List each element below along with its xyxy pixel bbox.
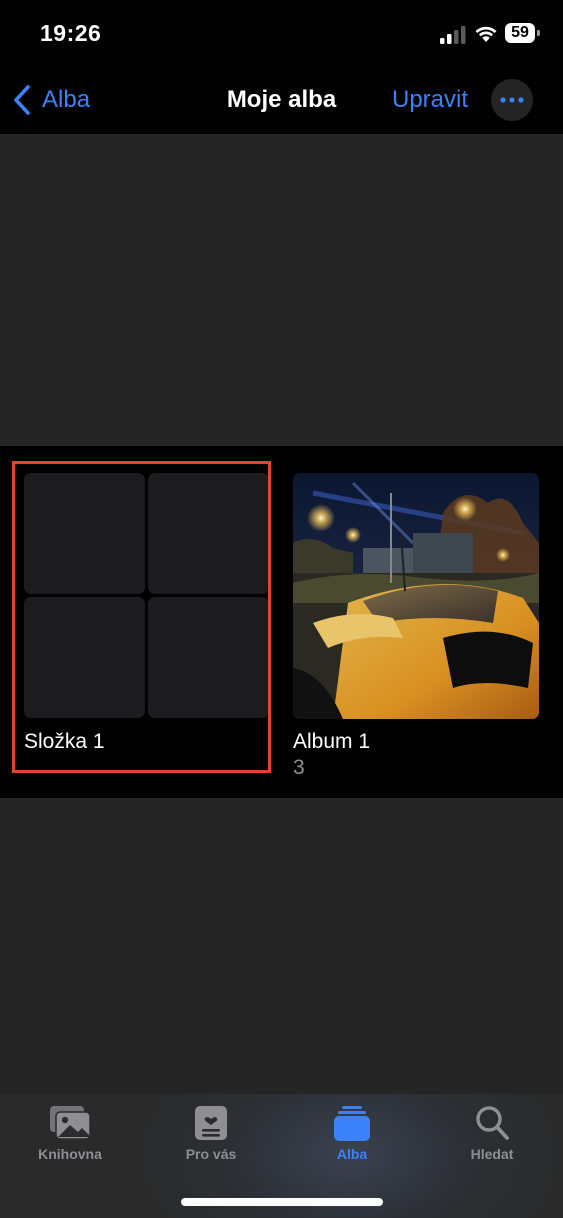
battery-level: 59 bbox=[511, 24, 529, 41]
tab-library[interactable]: Knihovna bbox=[10, 1104, 130, 1168]
tab-albums[interactable]: Alba bbox=[292, 1104, 412, 1168]
wifi-icon bbox=[475, 26, 497, 42]
tab-search-label: Hledat bbox=[470, 1146, 514, 1162]
battery-indicator: 59 bbox=[505, 23, 540, 43]
folder-thumbnail-slot bbox=[148, 597, 269, 718]
ellipsis-icon bbox=[500, 97, 524, 103]
folder-thumbnail-slot bbox=[24, 473, 145, 594]
folder-thumbnail-slot bbox=[148, 473, 269, 594]
tab-albums-label: Alba bbox=[336, 1146, 368, 1162]
page-title: Moje alba bbox=[226, 86, 337, 113]
home-indicator[interactable] bbox=[181, 1198, 383, 1206]
search-icon bbox=[476, 1106, 509, 1140]
album-thumbnail bbox=[293, 473, 539, 719]
folder-name: Složka 1 bbox=[24, 730, 105, 753]
folder-item[interactable]: Složka 1 bbox=[24, 473, 269, 773]
tab-library-label: Knihovna bbox=[38, 1146, 102, 1162]
status-bar: 19:26 59 bbox=[0, 0, 563, 70]
folder-thumbnail-slot bbox=[24, 597, 145, 718]
more-options-button[interactable] bbox=[491, 79, 533, 121]
tab-for-you-label: Pro vás bbox=[185, 1146, 237, 1162]
empty-area-bottom bbox=[0, 798, 563, 1094]
album-item[interactable]: Album 1 3 bbox=[293, 473, 539, 783]
tab-search[interactable]: Hledat bbox=[432, 1104, 552, 1168]
album-photo-count: 3 bbox=[293, 756, 305, 779]
tab-for-you[interactable]: Pro vás bbox=[151, 1104, 271, 1168]
albums-icon bbox=[334, 1106, 370, 1141]
status-time: 19:26 bbox=[40, 20, 102, 46]
edit-button[interactable]: Upravit bbox=[392, 86, 468, 114]
album-name: Album 1 bbox=[293, 730, 371, 753]
empty-area-top bbox=[0, 134, 563, 446]
navigation-bar: Alba Moje alba Upravit bbox=[0, 70, 563, 134]
photo-library-icon bbox=[50, 1106, 91, 1140]
cellular-signal-icon bbox=[440, 26, 466, 44]
for-you-icon bbox=[195, 1106, 227, 1140]
car-at-night-photo bbox=[293, 473, 539, 719]
folder-thumbnail-grid bbox=[24, 473, 269, 719]
